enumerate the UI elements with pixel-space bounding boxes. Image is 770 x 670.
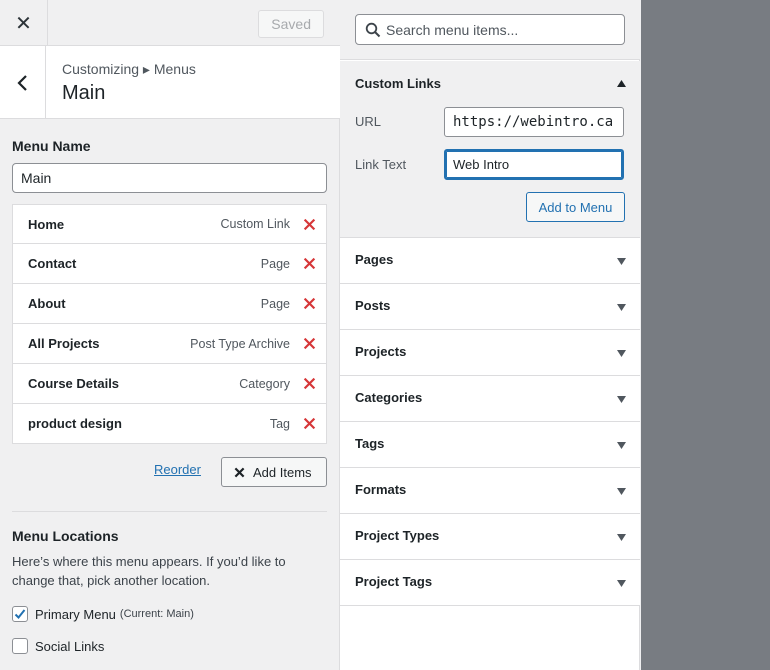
menu-item-type: Page [260, 256, 290, 271]
section-title: Projects [355, 344, 407, 359]
section-pages[interactable]: Pages [340, 238, 640, 284]
triangle-down-icon [617, 442, 626, 449]
menu-item-type: Category [239, 376, 290, 391]
menu-locations-description: Here’s where this menu appears. If you’d… [12, 554, 286, 588]
breadcrumb: Customizing ▸ Menus [62, 61, 196, 77]
menu-item[interactable]: About Page [12, 284, 327, 324]
menu-item-type: Post Type Archive [190, 336, 290, 351]
delete-icon[interactable] [303, 337, 316, 350]
triangle-down-icon [617, 580, 626, 587]
menu-item-list: Home Custom Link Contact Page About Page… [12, 204, 327, 444]
add-to-menu-button[interactable]: Add to Menu [526, 192, 625, 222]
triangle-up-icon[interactable] [617, 80, 626, 87]
close-customizer-button[interactable]: ✕ [0, 0, 48, 46]
search-box[interactable] [355, 14, 625, 45]
triangle-down-icon [617, 304, 626, 311]
search-area [340, 0, 640, 60]
location-label: Social Links [35, 638, 105, 654]
menu-locations-title: Menu Locations [12, 528, 119, 544]
triangle-down-icon [617, 488, 626, 495]
delete-icon[interactable] [303, 377, 316, 390]
section-posts[interactable]: Posts [340, 284, 640, 330]
section-projects[interactable]: Projects [340, 330, 640, 376]
available-menu-items-panel: Custom Links URL Link Text Add to Menu P… [340, 0, 640, 670]
menu-name-label: Menu Name [12, 138, 91, 154]
close-icon [234, 467, 245, 477]
customizer-sidebar: ✕ Saved Customizing ▸ Menus Main Menu Na… [0, 0, 340, 670]
url-label: URL [355, 114, 382, 129]
add-items-label: Add Items [253, 464, 312, 480]
section-categories[interactable]: Categories [340, 376, 640, 422]
link-text-label: Link Text [355, 157, 407, 172]
search-icon [365, 22, 381, 38]
menu-item-type: Page [260, 296, 290, 311]
saved-button[interactable]: Saved [258, 10, 324, 38]
custom-links-section: Custom Links URL Link Text Add to Menu [340, 61, 640, 238]
menu-item[interactable]: All Projects Post Type Archive [12, 324, 327, 364]
section-title: Categories [355, 390, 423, 405]
url-input[interactable] [444, 107, 624, 137]
triangle-down-icon [617, 396, 626, 403]
menu-item[interactable]: Home Custom Link [12, 204, 327, 244]
location-social-links[interactable]: Social Links [12, 638, 104, 654]
menu-name-input[interactable] [12, 163, 327, 193]
menu-item[interactable]: Course Details Category [12, 364, 327, 404]
customizer-header: ✕ Saved [0, 0, 340, 46]
triangle-down-icon [617, 350, 626, 357]
custom-links-title[interactable]: Custom Links [355, 76, 441, 91]
menu-item[interactable]: product design Tag [12, 404, 327, 444]
location-primary-menu[interactable]: Primary Menu (Current: Main) [12, 606, 194, 622]
triangle-down-icon [617, 534, 626, 541]
primary-menu-checkbox[interactable] [12, 606, 28, 622]
menu-item-title: About [28, 296, 66, 311]
section-project-types[interactable]: Project Types [340, 514, 640, 560]
delete-icon[interactable] [303, 297, 316, 310]
menu-item-type: Custom Link [220, 217, 290, 231]
menu-item-title: Home [28, 216, 65, 232]
back-button[interactable] [0, 46, 46, 119]
triangle-down-icon [617, 258, 626, 265]
close-icon: ✕ [15, 12, 32, 35]
menu-item-title: Course Details [28, 376, 120, 391]
section-title: Project Tags [355, 574, 433, 589]
section-title: Project Types [355, 528, 440, 543]
location-label: Primary Menu [35, 606, 116, 622]
section-title: Formats [355, 482, 407, 497]
divider [12, 511, 327, 512]
section-title: Pages [355, 252, 394, 267]
section-tags[interactable]: Tags [340, 422, 640, 468]
menu-item-type: Tag [269, 416, 290, 431]
menu-item-title: All Projects [28, 336, 100, 351]
menu-item-title: product design [28, 416, 122, 431]
social-links-checkbox[interactable] [12, 638, 28, 654]
add-items-button[interactable]: Add Items [221, 457, 327, 487]
delete-icon[interactable] [303, 218, 316, 231]
section-title: Posts [355, 298, 391, 313]
delete-icon[interactable] [303, 257, 316, 270]
chevron-left-icon [16, 74, 27, 91]
menu-item-title: Contact [28, 256, 77, 271]
section-project-tags[interactable]: Project Tags [340, 560, 640, 606]
section-header: Customizing ▸ Menus Main [0, 46, 340, 119]
menu-item-sections: Pages Posts Projects Categories Tags For… [340, 238, 640, 606]
delete-icon[interactable] [303, 417, 316, 430]
location-note: (Current: Main) [119, 608, 194, 620]
page-title: Main [62, 82, 106, 104]
link-text-input[interactable] [444, 149, 624, 180]
reorder-link[interactable]: Reorder [154, 462, 201, 477]
site-preview-overlay[interactable] [641, 0, 770, 670]
menu-item[interactable]: Contact Page [12, 244, 327, 284]
search-input[interactable] [386, 15, 622, 44]
checkmark-icon [14, 609, 26, 619]
section-formats[interactable]: Formats [340, 468, 640, 514]
section-title: Tags [355, 436, 385, 451]
